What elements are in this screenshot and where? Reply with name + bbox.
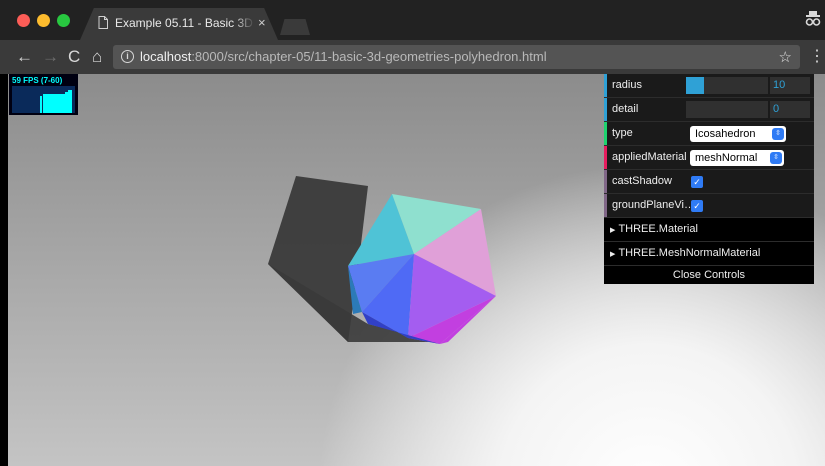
- tab-strip: Example 05.11 - Basic 3D geom ×: [0, 0, 825, 40]
- webgl-canvas[interactable]: 59 FPS (7-60) radius 10 detail 0 type Ic…: [8, 74, 825, 466]
- minimize-window-button[interactable]: [37, 14, 50, 27]
- radius-label: radius: [612, 79, 642, 91]
- control-ground-plane: groundPlaneVi… ✓: [604, 194, 814, 218]
- folder-meshnormal-label: THREE.MeshNormalMaterial: [618, 247, 761, 259]
- folder-triangle-icon: ▶: [610, 251, 616, 258]
- tab-title: Example 05.11 - Basic 3D geom: [115, 16, 255, 30]
- home-icon[interactable]: ⌂: [92, 47, 102, 67]
- row-accent: [604, 194, 607, 217]
- address-bar[interactable]: i localhost:8000/src/chapter-05/11-basic…: [113, 45, 800, 69]
- row-accent: [604, 74, 607, 97]
- url-text[interactable]: localhost:8000/src/chapter-05/11-basic-3…: [140, 49, 547, 64]
- material-select-value: meshNormal: [695, 152, 758, 164]
- castshadow-checkbox[interactable]: ✓: [691, 176, 703, 188]
- close-controls-button[interactable]: Close Controls: [604, 266, 814, 284]
- row-accent: [604, 98, 607, 121]
- groundplane-checkbox[interactable]: ✓: [691, 200, 703, 212]
- url-host: localhost: [140, 49, 192, 64]
- control-cast-shadow: castShadow ✓: [604, 170, 814, 194]
- select-arrows-icon: ⇳: [770, 152, 782, 164]
- castshadow-label: castShadow: [612, 175, 672, 187]
- reload-icon[interactable]: C: [68, 47, 80, 67]
- browser-toolbar: ← → C ⌂ i localhost:8000/src/chapter-05/…: [0, 40, 825, 74]
- type-select-value: Icosahedron: [695, 128, 756, 140]
- detail-slider[interactable]: [686, 101, 768, 118]
- row-accent: [604, 170, 607, 193]
- new-tab-button[interactable]: [280, 19, 310, 35]
- material-label: appliedMaterial: [612, 151, 687, 163]
- control-radius: radius 10: [604, 74, 814, 98]
- maximize-window-button[interactable]: [57, 14, 70, 27]
- radius-slider-fill: [686, 77, 705, 94]
- page-icon: [98, 16, 108, 29]
- type-select[interactable]: Icosahedron ⇳: [690, 126, 786, 142]
- folder-material-label: THREE.Material: [618, 223, 698, 235]
- window-edge: [0, 74, 8, 466]
- dat-gui-panel: radius 10 detail 0 type Icosahedron ⇳ ap…: [604, 74, 814, 284]
- radius-input[interactable]: 10: [770, 77, 810, 94]
- row-accent: [604, 146, 607, 169]
- detail-label: detail: [612, 103, 639, 115]
- browser-menu-icon[interactable]: ⋮: [809, 46, 825, 66]
- bookmark-star-icon[interactable]: ☆: [779, 48, 792, 66]
- folder-three-material[interactable]: ▶ THREE.Material: [604, 218, 814, 242]
- control-applied-material: appliedMaterial meshNormal ⇳: [604, 146, 814, 170]
- groundplane-label: groundPlaneVi…: [612, 199, 695, 211]
- detail-input[interactable]: 0: [770, 101, 810, 118]
- incognito-icon: [805, 11, 821, 26]
- radius-slider[interactable]: [686, 77, 768, 94]
- tab-close-icon[interactable]: ×: [258, 15, 266, 30]
- forward-icon[interactable]: →: [42, 47, 59, 67]
- fps-label: 59 FPS (7-60): [12, 76, 63, 85]
- info-icon[interactable]: i: [121, 50, 134, 63]
- tab-active[interactable]: Example 05.11 - Basic 3D geom ×: [80, 8, 278, 40]
- fps-stats[interactable]: 59 FPS (7-60): [9, 74, 78, 115]
- type-label: type: [612, 127, 633, 139]
- select-arrows-icon: ⇳: [772, 128, 784, 140]
- url-path: :8000/src/chapter-05/11-basic-3d-geometr…: [191, 49, 547, 64]
- back-icon[interactable]: ←: [16, 47, 33, 67]
- row-accent: [604, 122, 607, 145]
- control-type: type Icosahedron ⇳: [604, 122, 814, 146]
- control-detail: detail 0: [604, 98, 814, 122]
- close-window-button[interactable]: [17, 14, 30, 27]
- material-select[interactable]: meshNormal ⇳: [690, 150, 784, 166]
- fps-graph: [12, 86, 75, 113]
- browser-window: Example 05.11 - Basic 3D geom × ← → C ⌂ …: [0, 0, 825, 466]
- folder-triangle-icon: ▶: [610, 227, 616, 234]
- folder-mesh-normal-material[interactable]: ▶ THREE.MeshNormalMaterial: [604, 242, 814, 266]
